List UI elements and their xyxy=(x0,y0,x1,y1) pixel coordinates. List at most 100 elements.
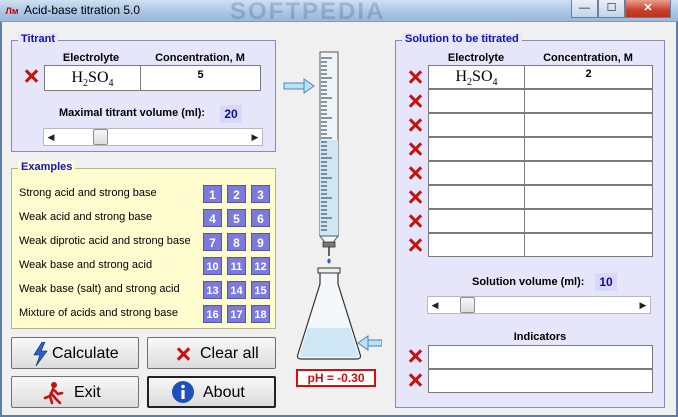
example-button-4[interactable]: 4 xyxy=(203,209,222,227)
titrant-col-concentration: Concentration, M xyxy=(155,52,245,64)
solution-col-concentration: Concentration, M xyxy=(543,52,633,64)
lightning-icon xyxy=(33,342,48,366)
example-button-10[interactable]: 10 xyxy=(203,257,222,275)
about-label: About xyxy=(203,384,245,401)
slider-left-icon[interactable]: ◀ xyxy=(428,297,442,313)
example-button-15[interactable]: 15 xyxy=(251,281,270,299)
arrow-left-icon xyxy=(357,335,382,351)
solution-volume-label: Solution volume (ml): xyxy=(472,276,585,288)
slider-right-icon[interactable]: ▶ xyxy=(248,129,262,145)
delete-icon[interactable] xyxy=(408,70,422,84)
indicators-label: Indicators xyxy=(513,331,567,343)
example-button-1[interactable]: 1 xyxy=(203,185,222,203)
solution-electrolyte-cell[interactable] xyxy=(428,113,525,137)
delete-icon[interactable] xyxy=(408,373,422,387)
titrant-panel: Titrant Electrolyte Concentration, M H2S… xyxy=(11,33,276,152)
solution-electrolyte-cell[interactable] xyxy=(428,89,525,113)
solution-concentration-cell[interactable] xyxy=(524,89,653,113)
solution-concentration-cell[interactable] xyxy=(524,113,653,137)
solution-electrolyte-cell[interactable] xyxy=(428,209,525,233)
exit-label: Exit xyxy=(74,384,101,401)
delete-icon[interactable] xyxy=(408,349,422,363)
solution-legend: Solution to be titrated xyxy=(402,33,522,45)
example-label: Weak diprotic acid and strong base xyxy=(19,235,191,247)
delete-icon[interactable] xyxy=(24,69,38,83)
solution-volume-value: 10 xyxy=(595,273,617,291)
example-button-12[interactable]: 12 xyxy=(251,257,270,275)
delete-icon[interactable] xyxy=(408,214,422,228)
example-button-9[interactable]: 9 xyxy=(251,233,270,251)
solution-concentration-cell[interactable] xyxy=(524,209,653,233)
solution-electrolyte-cell[interactable] xyxy=(428,137,525,161)
maximize-button[interactable]: ☐ xyxy=(598,0,625,18)
indicator-field-1[interactable] xyxy=(428,345,653,369)
example-button-5[interactable]: 5 xyxy=(227,209,246,227)
example-button-7[interactable]: 7 xyxy=(203,233,222,251)
delete-icon[interactable] xyxy=(408,238,422,252)
delete-icon[interactable] xyxy=(408,190,422,204)
max-volume-value: 20 xyxy=(220,105,242,123)
window-title: Acid-base titration 5.0 xyxy=(24,3,141,17)
example-button-14[interactable]: 14 xyxy=(227,281,246,299)
example-button-16[interactable]: 16 xyxy=(203,305,222,323)
delete-icon[interactable] xyxy=(408,94,422,108)
solution-col-electrolyte: Electrolyte xyxy=(447,52,505,64)
calculate-button[interactable]: Calculate xyxy=(11,337,139,369)
examples-legend: Examples xyxy=(18,161,76,173)
titrant-electrolyte-cell[interactable]: H2SO4 xyxy=(44,65,141,91)
close-button[interactable]: ✕ xyxy=(625,0,671,18)
examples-panel: Examples Strong acid and strong base 1 2 3 W… xyxy=(11,161,276,329)
solution-electrolyte-cell[interactable]: H2SO4 xyxy=(428,65,525,89)
titrant-col-electrolyte: Electrolyte xyxy=(62,52,120,64)
example-label: Weak base and strong acid xyxy=(19,259,153,271)
example-button-18[interactable]: 18 xyxy=(251,305,270,323)
titrant-legend: Titrant xyxy=(18,33,59,45)
solution-electrolyte-cell[interactable] xyxy=(428,185,525,209)
slider-thumb[interactable] xyxy=(460,297,475,313)
clear-all-label: Clear all xyxy=(200,345,259,362)
clear-icon xyxy=(176,347,190,361)
solution-electrolyte-cell[interactable] xyxy=(428,233,525,257)
example-button-6[interactable]: 6 xyxy=(251,209,270,227)
clear-all-button[interactable]: Clear all xyxy=(147,337,276,369)
about-button[interactable]: About xyxy=(147,376,276,408)
example-button-8[interactable]: 8 xyxy=(227,233,246,251)
slider-left-icon[interactable]: ◀ xyxy=(44,129,58,145)
solution-concentration-cell[interactable] xyxy=(524,233,653,257)
exit-button[interactable]: Exit xyxy=(11,376,139,408)
arrow-right-icon xyxy=(283,78,315,94)
example-label: Weak acid and strong base xyxy=(19,211,153,223)
delete-icon[interactable] xyxy=(408,142,422,156)
example-label: Strong acid and strong base xyxy=(19,187,157,199)
slider-thumb[interactable] xyxy=(93,129,108,145)
example-button-3[interactable]: 3 xyxy=(251,185,270,203)
title-bar[interactable]: Лм Acid-base titration 5.0 SOFTPEDIA — ☐… xyxy=(0,0,678,25)
slider-right-icon[interactable]: ▶ xyxy=(636,297,650,313)
calculate-label: Calculate xyxy=(52,345,119,362)
solution-concentration-cell[interactable] xyxy=(524,185,653,209)
app-icon: Лм xyxy=(5,6,19,16)
example-button-17[interactable]: 17 xyxy=(227,305,246,323)
titrant-concentration-cell[interactable]: 5 xyxy=(140,65,261,91)
solution-concentration-cell[interactable] xyxy=(524,137,653,161)
example-label: Mixture of acids and strong base xyxy=(19,307,178,319)
solution-concentration-cell[interactable] xyxy=(524,161,653,185)
solution-concentration-cell[interactable]: 2 xyxy=(524,65,653,89)
example-button-11[interactable]: 11 xyxy=(227,257,246,275)
burette-icon xyxy=(319,51,339,264)
solution-electrolyte-cell[interactable] xyxy=(428,161,525,185)
info-icon xyxy=(172,381,194,403)
example-button-13[interactable]: 13 xyxy=(203,281,222,299)
ph-readout: pH = -0.30 xyxy=(296,369,376,387)
indicator-field-2[interactable] xyxy=(428,369,653,393)
titrant-volume-slider[interactable]: ◀ ▶ xyxy=(43,128,263,146)
delete-icon[interactable] xyxy=(408,118,422,132)
example-button-2[interactable]: 2 xyxy=(227,185,246,203)
titration-apparatus xyxy=(283,51,382,360)
minimize-button[interactable]: — xyxy=(571,0,598,18)
delete-icon[interactable] xyxy=(408,166,422,180)
solution-volume-slider[interactable]: ◀ ▶ xyxy=(427,296,651,314)
max-volume-label: Maximal titrant volume (ml): xyxy=(59,107,206,119)
solution-panel: Solution to be titrated Electrolyte Conc… xyxy=(395,33,665,408)
exit-running-man-icon xyxy=(43,382,64,405)
